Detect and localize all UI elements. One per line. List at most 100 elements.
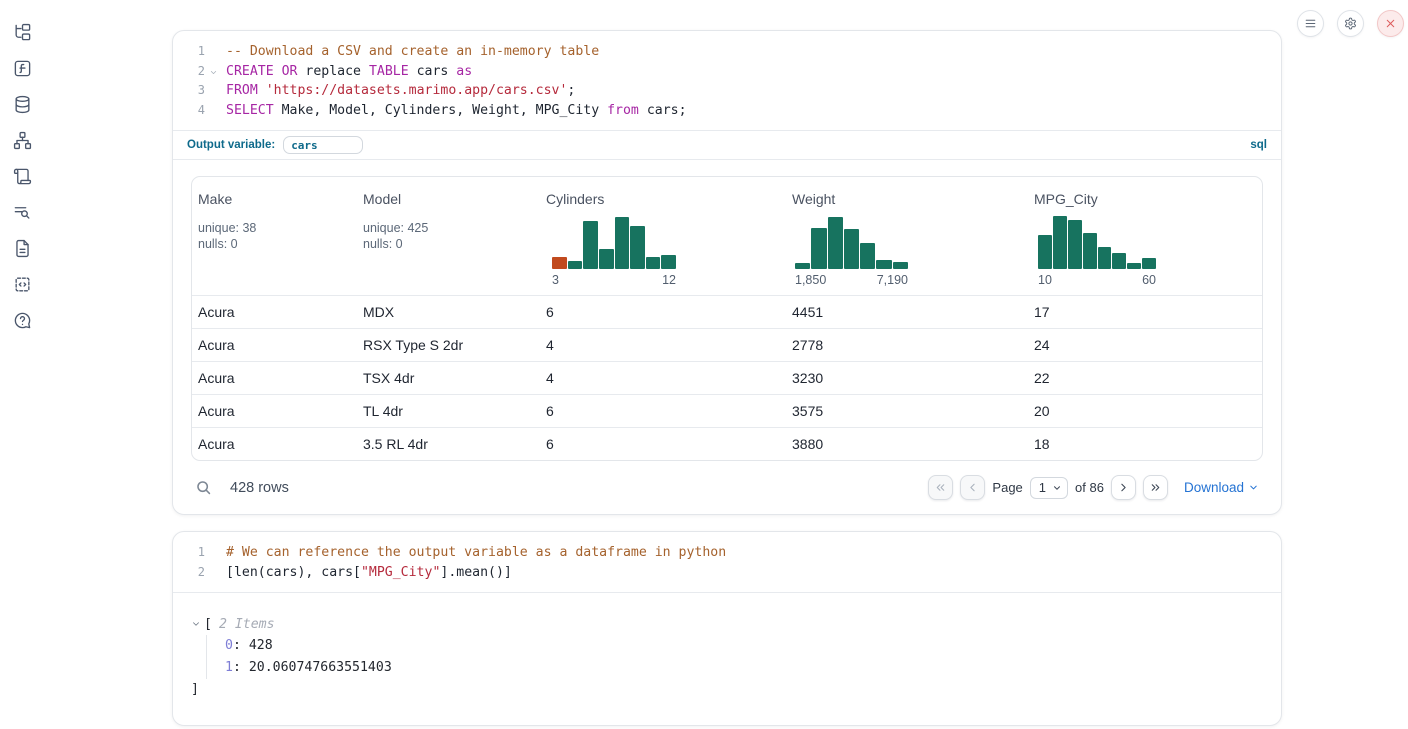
code-line: 2[len(cars), cars["MPG_City"].mean()] — [181, 563, 1267, 583]
hamburger-menu-icon[interactable] — [1297, 10, 1324, 37]
histogram-bar — [615, 217, 630, 269]
pagination: Page 1 of 86 — [928, 475, 1168, 500]
sql-cell: 1-- Download a CSV and create an in-memo… — [172, 30, 1282, 515]
code-token: replace — [297, 64, 368, 79]
column-stats: unique: 38nulls: 0 — [198, 220, 351, 252]
table-cell: 4 — [540, 337, 786, 353]
tree-collapse-icon[interactable] — [191, 619, 201, 629]
search-icon[interactable] — [195, 479, 212, 496]
help-bubble-icon[interactable] — [12, 310, 32, 330]
histogram-bar — [630, 226, 645, 269]
sql-code-editor[interactable]: 1-- Download a CSV and create an in-memo… — [173, 31, 1281, 130]
table-cell: Acura — [192, 337, 357, 353]
output-variable-input[interactable] — [283, 136, 363, 154]
column-title: Model — [363, 191, 534, 207]
unique-count: unique: 425 — [363, 220, 534, 236]
database-icon[interactable] — [12, 94, 32, 114]
item-value: 20.060747663551403 — [249, 660, 392, 675]
fold-chevron-icon[interactable] — [209, 64, 218, 84]
histogram-bar — [661, 255, 676, 269]
code-token — [258, 83, 266, 98]
axis-max-label: 60 — [1142, 273, 1156, 287]
scroll-icon[interactable] — [12, 166, 32, 186]
python-code-editor[interactable]: 1 # We can reference the output variable … — [173, 532, 1281, 592]
histogram-bar — [876, 260, 891, 269]
language-badge: sql — [1250, 139, 1267, 151]
tree-root-line: [2 Items — [191, 613, 1265, 635]
download-button[interactable]: Download — [1184, 480, 1259, 495]
column-title: Make — [198, 191, 351, 207]
table-cell: Acura — [192, 436, 357, 452]
first-page-button[interactable] — [928, 475, 953, 500]
list-search-icon[interactable] — [12, 202, 32, 222]
column-title: MPG_City — [1034, 191, 1256, 207]
python-cell: 1 # We can reference the output variable … — [172, 531, 1282, 726]
column-histogram: 3 12 — [552, 213, 676, 287]
code-token: cars — [409, 64, 457, 79]
page-select[interactable]: 1 — [1030, 477, 1068, 499]
table-cell: 24 — [1028, 337, 1262, 353]
chevron-down-icon — [1248, 482, 1259, 493]
line-number: 1 — [181, 543, 205, 563]
items-count-label: 2 Items — [219, 617, 275, 632]
histogram-bar — [646, 257, 661, 269]
tree-items: 0: 4281: 20.060747663551403 — [206, 635, 1265, 679]
file-tree-icon[interactable] — [12, 22, 32, 42]
axis-max-label: 12 — [662, 273, 676, 287]
next-page-button[interactable] — [1111, 475, 1136, 500]
column-header[interactable]: Cylinders 3 12 — [540, 177, 786, 295]
download-label: Download — [1184, 480, 1244, 495]
output-variable-row: Output variable: sql — [173, 130, 1281, 159]
table-cell: 3575 — [786, 403, 1028, 419]
histogram-bar — [599, 249, 614, 269]
histogram-bar — [1068, 220, 1082, 269]
previous-page-button[interactable] — [960, 475, 985, 500]
code-text: # We can reference the output variable a… — [226, 543, 726, 563]
column-header[interactable]: Model unique: 425nulls: 0 — [357, 177, 540, 295]
table-cell: 6 — [540, 304, 786, 320]
table-cell: Acura — [192, 370, 357, 386]
table-row[interactable]: AcuraTL 4dr6357520 — [192, 394, 1262, 427]
table-cell: TL 4dr — [357, 403, 540, 419]
histogram-bars — [552, 213, 676, 269]
table-row[interactable]: AcuraMDX6445117 — [192, 295, 1262, 328]
code-line: 4SELECT Make, Model, Cylinders, Weight, … — [181, 101, 1267, 121]
column-header[interactable]: Weight1,8507,190 — [786, 177, 1028, 295]
histogram-axis: 1,8507,190 — [795, 273, 908, 287]
histogram-bar — [583, 221, 598, 269]
gear-icon[interactable] — [1337, 10, 1364, 37]
column-header[interactable]: MPG_City1060 — [1028, 177, 1262, 295]
table-cell: Acura — [192, 403, 357, 419]
notebook-area: 1-- Download a CSV and create an in-memo… — [172, 30, 1282, 726]
code-token: "MPG_City" — [361, 565, 440, 580]
document-icon[interactable] — [12, 238, 32, 258]
histogram-bars — [795, 213, 908, 269]
column-header[interactable]: Make unique: 38nulls: 0 — [192, 177, 357, 295]
table-cell: 4 — [540, 370, 786, 386]
item-separator: : — [233, 660, 249, 675]
histogram-bar — [860, 243, 875, 269]
sql-output-area: Make unique: 38nulls: 0 Model unique: 425nu… — [173, 159, 1281, 514]
table-row[interactable]: AcuraTSX 4dr4323022 — [192, 361, 1262, 394]
close-bracket: ] — [191, 679, 1265, 701]
column-title: Cylinders — [546, 191, 780, 207]
table-row[interactable]: Acura3.5 RL 4dr6388018 — [192, 427, 1262, 460]
histogram-bar — [1142, 258, 1156, 269]
dependency-graph-icon[interactable] — [12, 130, 32, 150]
line-number: 1 — [181, 42, 205, 62]
axis-min-label: 3 — [552, 273, 559, 287]
code-text: FROM 'https://datasets.marimo.app/cars.c… — [226, 81, 575, 101]
table-cell: 17 — [1028, 304, 1262, 320]
table-row[interactable]: AcuraRSX Type S 2dr4277824 — [192, 328, 1262, 361]
function-square-icon[interactable] — [12, 58, 32, 78]
close-icon[interactable] — [1377, 10, 1404, 37]
page-select-value: 1 — [1039, 480, 1046, 495]
code-token: ].mean()] — [440, 565, 511, 580]
null-count: nulls: 0 — [363, 236, 534, 252]
histogram-bar — [893, 262, 908, 269]
code-token: Make, Model, Cylinders, Weight, MPG_City — [274, 103, 607, 118]
code-snippets-icon[interactable] — [12, 274, 32, 294]
code-line: 3FROM 'https://datasets.marimo.app/cars.… — [181, 81, 1267, 101]
last-page-button[interactable] — [1143, 475, 1168, 500]
code-token: 'https://datasets.marimo.app/cars.csv' — [266, 83, 568, 98]
